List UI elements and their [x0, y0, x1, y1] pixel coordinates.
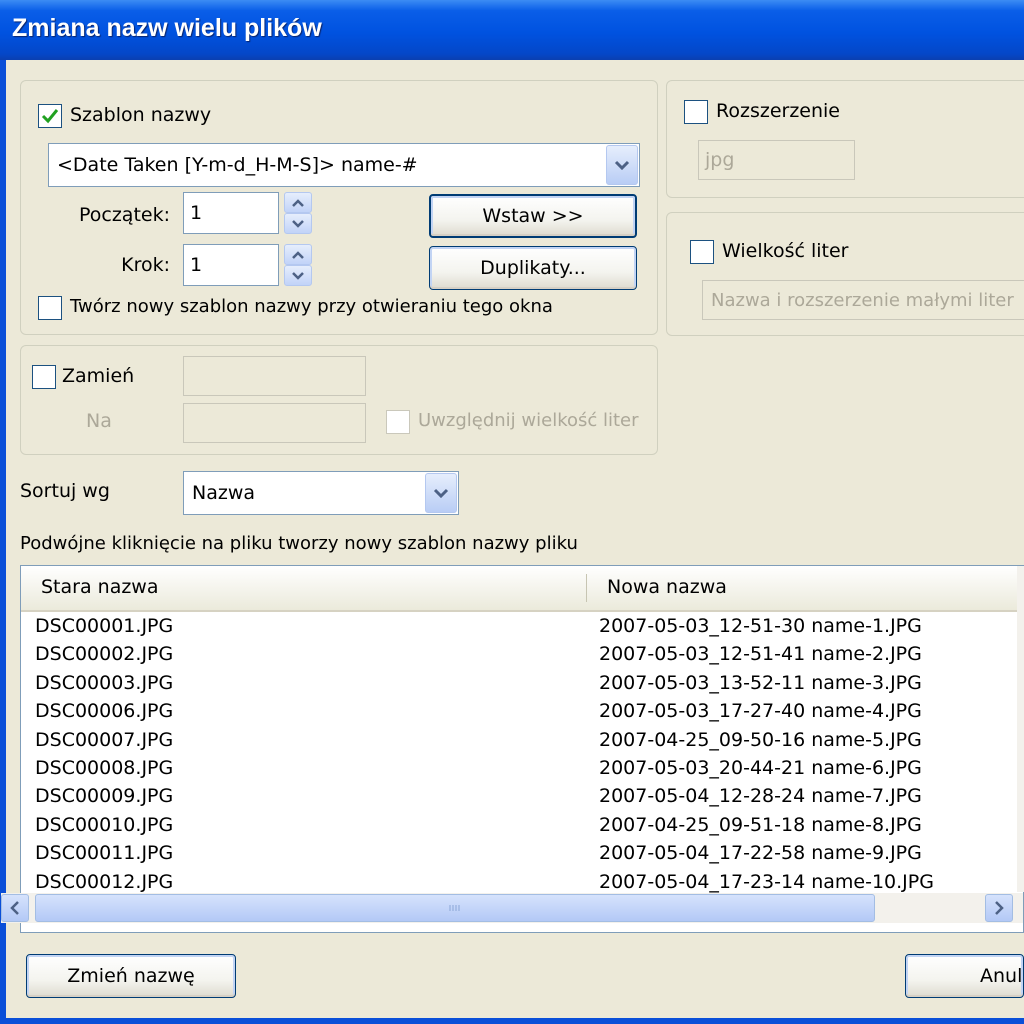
arrow-up-icon — [292, 198, 304, 207]
table-row[interactable]: DSC00006.JPG 2007-05-03_17-27-40 name-4.J… — [21, 697, 1021, 725]
table-row[interactable]: DSC00003.JPG 2007-05-03_13-52-11 name-3.J… — [21, 669, 1021, 697]
extension-group — [666, 80, 1024, 198]
step-spinner[interactable] — [284, 244, 312, 286]
sort-label: Sortuj wg — [20, 480, 110, 502]
extension-input[interactable]: jpg — [698, 140, 855, 180]
table-row[interactable]: DSC00001.JPG 2007-05-03_12-51-30 name-1.J… — [21, 612, 1021, 640]
start-spinner[interactable] — [284, 192, 312, 234]
start-label: Początek: — [78, 204, 170, 226]
letter-case-label: Wielkość liter — [722, 240, 849, 262]
name-template-combo[interactable]: <Date Taken [Y-m-d_H-M-S]> name-# — [48, 143, 640, 187]
name-template-dropdown-button[interactable] — [606, 145, 638, 185]
extension-label: Rozszerzenie — [716, 100, 840, 122]
horizontal-scrollbar[interactable] — [1, 893, 1023, 923]
new-name-cell: 2007-04-25_09-50-16 name-5.JPG — [599, 728, 922, 751]
cancel-button[interactable]: Anuluj — [905, 954, 1024, 998]
window-frame-left — [0, 60, 6, 1024]
replace-checkbox[interactable] — [32, 365, 56, 389]
vertical-scrollbar[interactable] — [1017, 566, 1024, 892]
sort-value: Nazwa — [192, 482, 256, 504]
old-name-cell: DSC00008.JPG — [35, 756, 174, 779]
extension-checkbox[interactable] — [684, 100, 708, 124]
new-name-cell: 2007-05-04_17-22-58 name-9.JPG — [599, 842, 922, 865]
step-label: Krok: — [121, 254, 170, 276]
new-name-cell: 2007-05-04_17-23-14 name-10.JPG — [599, 870, 934, 893]
window-title: Zmiana nazw wielu plików — [12, 14, 322, 42]
file-list-header: Stara nazwa Nowa nazwa — [21, 566, 1021, 612]
new-template-label: Twórz nowy szablon nazwy przy otwieraniu… — [70, 296, 553, 317]
old-name-cell: DSC00009.JPG — [35, 785, 174, 808]
chevron-down-icon — [433, 488, 449, 498]
start-spin-up[interactable] — [284, 192, 312, 213]
column-header-old-name[interactable]: Stara nazwa — [21, 566, 586, 608]
arrow-left-icon — [10, 901, 19, 915]
letter-case-combo[interactable]: Nazwa i rozszerzenie małymi liter — [702, 280, 1024, 320]
name-template-checkbox[interactable] — [38, 104, 62, 128]
replace-to-input[interactable] — [183, 403, 366, 443]
checkmark-icon — [41, 109, 59, 124]
arrow-right-icon — [995, 901, 1004, 915]
name-template-label: Szablon nazwy — [70, 104, 212, 126]
name-template-value: <Date Taken [Y-m-d_H-M-S]> name-# — [57, 154, 418, 176]
sort-dropdown-button[interactable] — [425, 473, 457, 513]
start-spin-down[interactable] — [284, 213, 312, 234]
table-row[interactable]: DSC00007.JPG 2007-04-25_09-50-16 name-5.J… — [21, 726, 1021, 754]
table-row[interactable]: DSC00011.JPG 2007-05-04_17-22-58 name-9.J… — [21, 839, 1021, 867]
new-name-cell: 2007-05-03_12-51-41 name-2.JPG — [599, 643, 922, 666]
replace-with-label: Na — [86, 410, 112, 432]
file-list-rows: DSC00001.JPG 2007-05-03_12-51-30 name-1.J… — [21, 612, 1021, 896]
table-row[interactable]: DSC00012.JPG 2007-05-04_17-23-14 name-10.… — [21, 868, 1021, 896]
case-sensitive-label: Uwzględnij wielkość liter — [418, 410, 639, 431]
new-name-cell: 2007-05-03_13-52-11 name-3.JPG — [599, 671, 922, 694]
start-input[interactable]: 1 — [183, 192, 279, 234]
scroll-right-button[interactable] — [985, 894, 1013, 922]
step-spin-down[interactable] — [284, 265, 312, 286]
new-name-cell: 2007-04-25_09-51-18 name-8.JPG — [599, 813, 922, 836]
arrow-down-icon — [292, 271, 304, 280]
window-frame-bottom — [0, 1018, 1024, 1024]
old-name-cell: DSC00010.JPG — [35, 813, 174, 836]
start-value: 1 — [190, 202, 203, 224]
scroll-thumb[interactable] — [35, 894, 875, 922]
arrow-up-icon — [292, 250, 304, 259]
old-name-cell: DSC00007.JPG — [35, 728, 174, 751]
column-header-new-name[interactable]: Nowa nazwa — [587, 566, 1017, 608]
letter-case-value: Nazwa i rozszerzenie małymi liter — [711, 289, 1014, 311]
old-name-cell: DSC00006.JPG — [35, 700, 174, 723]
old-name-cell: DSC00011.JPG — [35, 842, 174, 865]
scroll-left-button[interactable] — [1, 894, 29, 922]
step-spin-up[interactable] — [284, 244, 312, 265]
sort-combo[interactable]: Nazwa — [183, 471, 459, 515]
replace-from-input[interactable] — [183, 356, 366, 396]
old-name-cell: DSC00001.JPG — [35, 615, 174, 637]
old-name-cell: DSC00012.JPG — [35, 870, 174, 893]
extension-value: jpg — [705, 149, 735, 171]
grip-icon — [449, 905, 460, 911]
old-name-cell: DSC00002.JPG — [35, 643, 174, 666]
table-row[interactable]: DSC00008.JPG 2007-05-03_20-44-21 name-6.J… — [21, 754, 1021, 782]
replace-label: Zamień — [62, 365, 135, 387]
table-row[interactable]: DSC00010.JPG 2007-04-25_09-51-18 name-8.J… — [21, 811, 1021, 839]
new-name-cell: 2007-05-03_17-27-40 name-4.JPG — [599, 700, 922, 723]
new-name-cell: 2007-05-03_12-51-30 name-1.JPG — [599, 615, 922, 637]
table-row[interactable]: DSC00009.JPG 2007-05-04_12-28-24 name-7.J… — [21, 782, 1021, 810]
file-list[interactable]: Stara nazwa Nowa nazwa DSC00001.JPG 2007-… — [20, 565, 1024, 933]
new-name-cell: 2007-05-03_20-44-21 name-6.JPG — [599, 756, 922, 779]
duplicates-button[interactable]: Duplikaty... — [429, 246, 637, 290]
new-name-cell: 2007-05-04_12-28-24 name-7.JPG — [599, 785, 922, 808]
letter-case-checkbox[interactable] — [690, 240, 714, 264]
table-row[interactable]: DSC00002.JPG 2007-05-03_12-51-41 name-2.J… — [21, 640, 1021, 668]
step-value: 1 — [190, 254, 203, 276]
new-template-checkbox[interactable] — [38, 296, 62, 320]
rename-button[interactable]: Zmień nazwę — [26, 954, 236, 998]
chevron-down-icon — [614, 160, 630, 170]
arrow-down-icon — [292, 219, 304, 228]
step-input[interactable]: 1 — [183, 244, 279, 286]
case-sensitive-checkbox[interactable] — [386, 410, 410, 434]
insert-button[interactable]: Wstaw >> — [429, 194, 637, 238]
hint-text: Podwójne kliknięcie na pliku tworzy nowy… — [20, 533, 578, 554]
old-name-cell: DSC00003.JPG — [35, 671, 174, 694]
